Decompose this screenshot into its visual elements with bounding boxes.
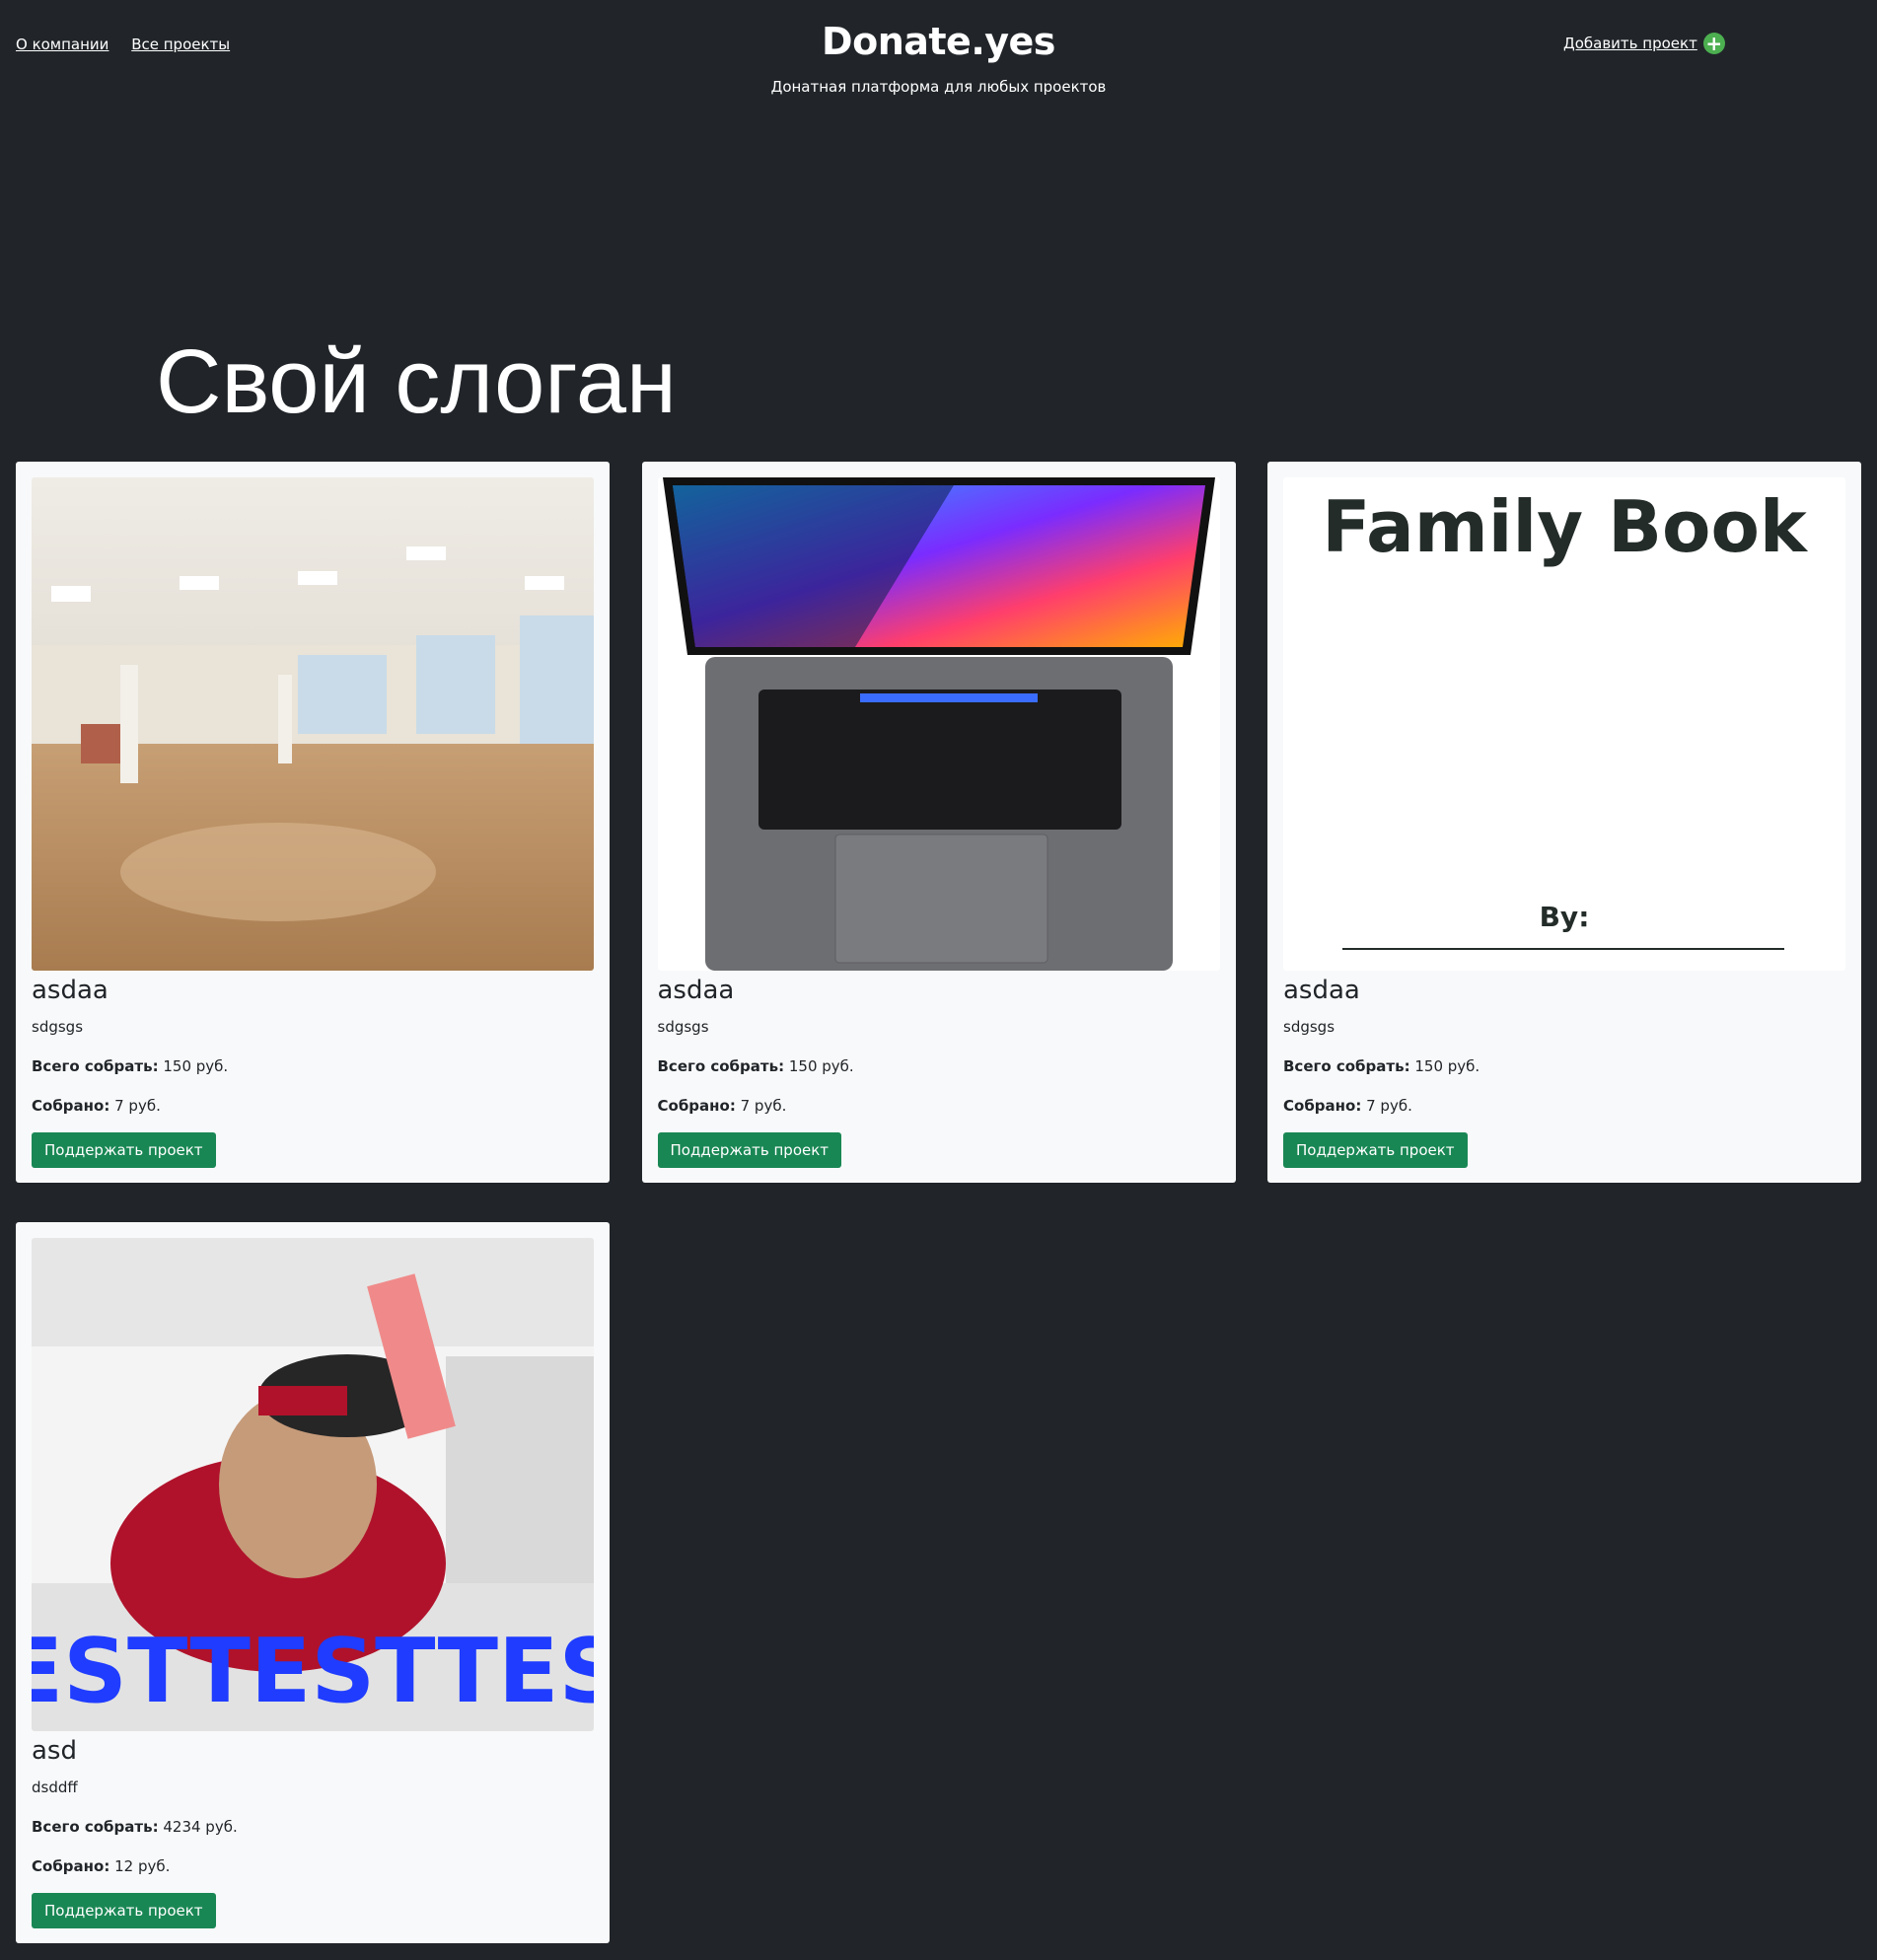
total-label: Всего собрать:	[32, 1057, 159, 1075]
total-label: Всего собрать:	[657, 1057, 785, 1075]
family-book-image: Family Book By:	[1283, 477, 1845, 971]
project-card: asdaa sdgsgs Всего собрать: 150 руб. Соб…	[641, 462, 1236, 1183]
total-value: 150 руб.	[788, 1057, 854, 1075]
collected-value: 7 руб.	[114, 1097, 161, 1115]
project-description: sdgsgs	[1283, 1018, 1336, 1036]
family-book-by: By:	[1540, 901, 1590, 933]
add-project: Добавить проект +	[1563, 33, 1725, 54]
family-book-title: Family Book	[1322, 485, 1809, 568]
project-total: Всего собрать: 150 руб.	[658, 1057, 1220, 1075]
project-title: asdaa	[1283, 976, 1360, 1005]
project-description: sdgsgs	[32, 1018, 84, 1036]
project-title: asdaa	[32, 976, 108, 1005]
total-label: Всего собрать:	[32, 1818, 159, 1836]
project-description: dsddff	[32, 1779, 78, 1796]
project-card: ESTTESTTES asd dsddff Всего собрать: 423…	[16, 1222, 610, 1943]
project-collected: Собрано: 7 руб.	[32, 1097, 594, 1115]
project-total: Всего собрать: 150 руб.	[32, 1057, 594, 1075]
plus-icon[interactable]: +	[1702, 33, 1725, 54]
project-card: asdaa sdgsgs Всего собрать: 150 руб. Соб…	[16, 462, 610, 1183]
laptop-image	[657, 477, 1220, 971]
brand-header: Donate.yes Донатная платформа для любых …	[0, 18, 1877, 96]
racer-image: ESTTESTTES	[32, 1238, 594, 1731]
project-total: Всего собрать: 4234 руб.	[32, 1818, 594, 1836]
project-description: sdgsgs	[657, 1018, 709, 1036]
collected-value: 12 руб.	[114, 1857, 171, 1875]
collected-label: Собрано:	[32, 1097, 110, 1115]
total-value: 4234 руб.	[163, 1818, 238, 1836]
hero-slogan: Свой слоган	[156, 330, 677, 432]
racer-overlay-text: ESTTESTTES	[32, 1620, 594, 1723]
project-title: asd	[32, 1736, 77, 1766]
collected-value: 7 руб.	[1366, 1097, 1412, 1115]
collected-value: 7 руб.	[740, 1097, 787, 1115]
collected-label: Собрано:	[32, 1857, 110, 1875]
support-project-button[interactable]: Поддержать проект	[1283, 1132, 1468, 1168]
support-project-button[interactable]: Поддержать проект	[657, 1132, 842, 1168]
dance-hall-image	[32, 477, 594, 971]
projects-grid: asdaa sdgsgs Всего собрать: 150 руб. Соб…	[16, 462, 1861, 1943]
total-value: 150 руб.	[163, 1057, 229, 1075]
project-card: Family Book By: asdaa sdgsgs Всего собра…	[1267, 462, 1861, 1183]
total-value: 150 руб.	[1414, 1057, 1480, 1075]
project-total: Всего собрать: 150 руб.	[1283, 1057, 1845, 1075]
project-title: asdaa	[657, 976, 735, 1005]
collected-label: Собрано:	[1283, 1097, 1362, 1115]
support-project-button[interactable]: Поддержать проект	[32, 1893, 216, 1928]
add-project-link[interactable]: Добавить проект	[1563, 35, 1697, 52]
project-collected: Собрано: 7 руб.	[1283, 1097, 1845, 1115]
support-project-button[interactable]: Поддержать проект	[32, 1132, 216, 1168]
brand-tagline: Донатная платформа для любых проектов	[770, 78, 1107, 96]
project-collected: Собрано: 7 руб.	[658, 1097, 1220, 1115]
collected-label: Собрано:	[657, 1097, 736, 1115]
total-label: Всего собрать:	[1283, 1057, 1410, 1075]
project-collected: Собрано: 12 руб.	[32, 1857, 594, 1875]
